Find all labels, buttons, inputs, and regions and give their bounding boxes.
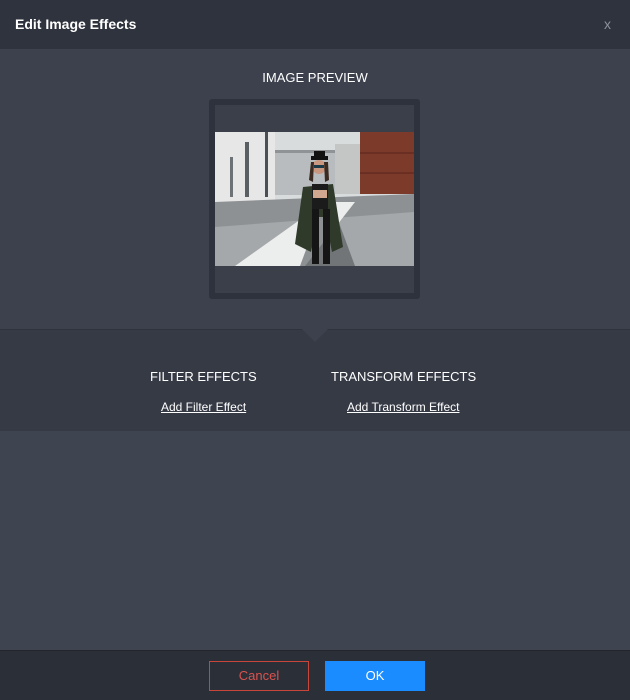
ok-button[interactable]: OK	[325, 661, 425, 691]
image-preview-frame	[209, 99, 420, 299]
image-preview-section: IMAGE PREVIEW	[0, 49, 630, 329]
dialog-titlebar: Edit Image Effects x	[0, 0, 630, 49]
preview-photo	[215, 132, 414, 266]
close-button[interactable]: x	[604, 16, 611, 32]
image-preview-canvas	[215, 105, 414, 293]
add-filter-effect-link[interactable]: Add Filter Effect	[161, 400, 246, 414]
cancel-button[interactable]: Cancel	[209, 661, 309, 691]
dialog-title: Edit Image Effects	[15, 16, 137, 32]
section-notch	[302, 329, 328, 342]
filter-effects-heading: FILTER EFFECTS	[150, 369, 257, 384]
transform-effects-heading: TRANSFORM EFFECTS	[331, 369, 477, 384]
add-transform-effect-link[interactable]: Add Transform Effect	[347, 400, 460, 414]
image-preview-heading: IMAGE PREVIEW	[262, 70, 368, 85]
dialog-footer: Cancel OK	[0, 650, 630, 700]
preview-photo-image	[215, 132, 414, 266]
effects-section: FILTER EFFECTS Add Filter Effect TRANSFO…	[0, 330, 630, 431]
